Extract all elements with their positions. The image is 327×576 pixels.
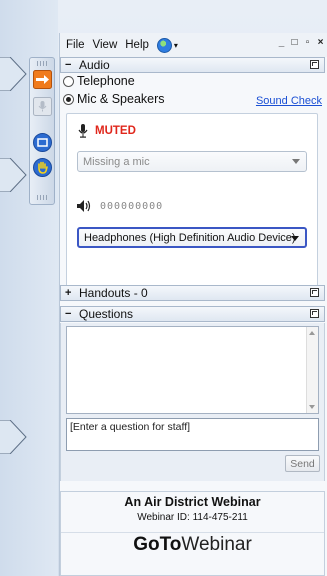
audio-header-label: Audio xyxy=(79,58,110,72)
grip-top-icon[interactable] xyxy=(37,61,49,66)
popout-icon[interactable] xyxy=(310,60,319,69)
webinar-footer: An Air District Webinar Webinar ID: 114-… xyxy=(60,491,325,576)
restore-button[interactable]: □ xyxy=(289,38,300,49)
popout-icon[interactable] xyxy=(310,309,319,318)
callout-arrow-3 xyxy=(0,420,28,454)
speaker-select[interactable]: Headphones (High Definition Audio Device… xyxy=(77,227,307,248)
brand-webinar: Webinar xyxy=(181,534,252,555)
brand-goto: GoTo xyxy=(133,534,182,555)
speaker-level-meter: 000000000 xyxy=(100,200,164,212)
raise-hand-button[interactable] xyxy=(33,158,52,177)
speaker-select-value: Headphones (High Definition Audio Device… xyxy=(84,231,296,244)
chevron-down-icon xyxy=(292,159,300,164)
chevron-down-icon[interactable]: ▾ xyxy=(174,41,178,50)
question-input[interactable]: [Enter a question for staff] xyxy=(66,418,319,451)
chevron-down-icon xyxy=(291,236,299,241)
screen-icon xyxy=(33,133,52,152)
microphone-icon[interactable] xyxy=(77,124,89,138)
window-controls: _ □ ▫ × xyxy=(276,38,326,49)
screen-view-button[interactable] xyxy=(33,133,52,152)
sound-check-link[interactable]: Sound Check xyxy=(256,95,322,107)
telephone-option[interactable]: Telephone xyxy=(63,74,135,88)
microphone-icon xyxy=(33,97,52,116)
questions-scrollbar[interactable] xyxy=(306,327,318,413)
speaker-icon xyxy=(77,200,91,212)
mic-speakers-label: Mic & Speakers xyxy=(77,92,165,106)
close-button[interactable]: × xyxy=(315,38,326,49)
mic-speakers-option[interactable]: Mic & Speakers xyxy=(63,92,165,106)
handouts-header[interactable]: + Handouts - 0 xyxy=(60,285,325,301)
microphone-select-value: Missing a mic xyxy=(83,155,150,168)
mic-speakers-radio[interactable] xyxy=(63,93,74,105)
popout-button[interactable]: ▫ xyxy=(302,38,313,49)
collapse-icon[interactable]: − xyxy=(65,308,75,320)
callout-arrow-2 xyxy=(0,158,28,192)
expand-icon[interactable]: + xyxy=(65,287,75,299)
menu-view[interactable]: View xyxy=(89,39,122,51)
questions-log[interactable] xyxy=(66,326,319,414)
webinar-id: Webinar ID: 114-475-211 xyxy=(137,512,248,523)
arrow-right-icon xyxy=(33,70,52,89)
speaker-level-row: 000000000 xyxy=(77,200,163,212)
send-button[interactable]: Send xyxy=(285,455,320,472)
audio-panel: Telephone Mic & Speakers Sound Check MUT… xyxy=(60,74,325,316)
menu-file[interactable]: File xyxy=(62,39,89,51)
globe-icon[interactable] xyxy=(156,37,172,53)
show-control-panel-button[interactable] xyxy=(33,70,52,89)
grip-bottom-icon[interactable] xyxy=(37,195,49,200)
minimize-button[interactable]: _ xyxy=(276,38,287,49)
callout-arrow-1 xyxy=(0,57,28,91)
raise-hand-icon xyxy=(33,158,52,177)
menu-help[interactable]: Help xyxy=(121,39,153,51)
microphone-button[interactable] xyxy=(33,97,52,116)
popout-icon[interactable] xyxy=(310,288,319,297)
telephone-radio[interactable] xyxy=(63,75,74,87)
audio-device-box: MUTED Missing a mic 000000000 Headphones… xyxy=(66,113,318,288)
audio-header[interactable]: − Audio xyxy=(60,57,325,73)
handouts-header-label: Handouts - 0 xyxy=(79,286,148,300)
scroll-down-icon[interactable] xyxy=(309,405,315,409)
microphone-select[interactable]: Missing a mic xyxy=(77,151,307,172)
muted-label: MUTED xyxy=(95,125,136,137)
gotowebinar-logo: GoTo Webinar xyxy=(61,532,324,557)
grab-tab-panel xyxy=(29,57,55,205)
questions-header-label: Questions xyxy=(79,307,134,321)
mute-status: MUTED xyxy=(77,124,136,138)
webinar-title: An Air District Webinar xyxy=(124,495,261,509)
menu-bar: File View Help ▾ _ □ ▫ × xyxy=(60,33,327,57)
questions-header[interactable]: − Questions xyxy=(60,306,325,322)
telephone-label: Telephone xyxy=(77,74,135,88)
questions-panel: [Enter a question for staff] Send xyxy=(60,323,325,481)
control-panel: File View Help ▾ _ □ ▫ × − Audio Telepho… xyxy=(59,33,327,576)
collapse-icon[interactable]: − xyxy=(65,59,75,71)
scroll-up-icon[interactable] xyxy=(309,331,315,335)
